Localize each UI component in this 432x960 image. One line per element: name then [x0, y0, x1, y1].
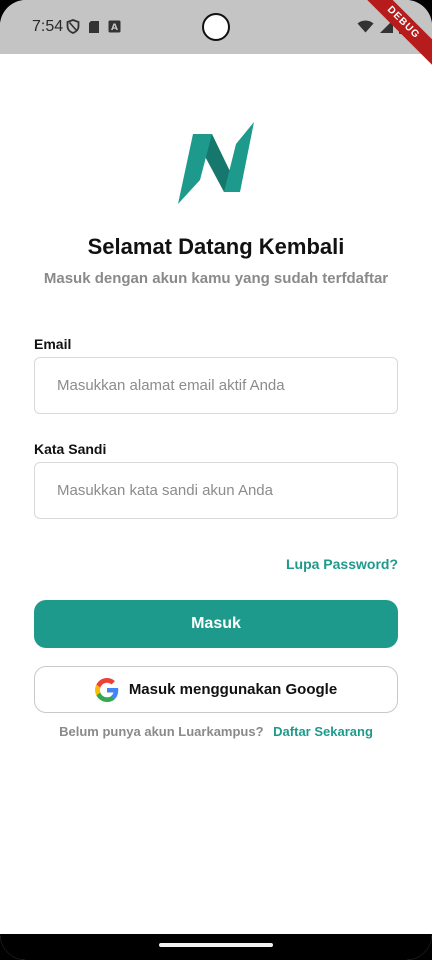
page-subtitle: Masuk dengan akun kamu yang sudah terfda… — [43, 270, 389, 287]
shield-icon — [66, 19, 80, 34]
forgot-password-link[interactable]: Lupa Password? — [286, 556, 398, 572]
register-link[interactable]: Daftar Sekarang — [273, 724, 373, 739]
home-gesture-handle[interactable] — [159, 943, 273, 947]
register-row: Belum punya akun Luarkampus? Daftar Seka… — [0, 724, 432, 739]
register-prompt: Belum punya akun Luarkampus? — [59, 724, 264, 739]
google-login-button[interactable]: Masuk menggunakan Google — [34, 666, 398, 713]
password-label: Kata Sandi — [34, 441, 107, 457]
password-field[interactable] — [34, 462, 398, 519]
status-bar: 7:54 A DEBUG — [0, 0, 432, 69]
page-title: Selamat Datang Kembali — [87, 234, 345, 259]
status-left-icons: A — [66, 19, 121, 34]
google-icon — [94, 677, 119, 702]
camera-cutout — [202, 13, 230, 41]
status-time: 7:54 — [32, 18, 64, 35]
font-box-icon: A — [108, 20, 121, 33]
login-button[interactable]: Masuk — [34, 600, 398, 648]
svg-text:A: A — [111, 23, 118, 33]
app-screen: 7:54 A DEBUG Selamat Datang Kembali Masu… — [0, 0, 432, 960]
navigation-bar — [0, 934, 432, 960]
wifi-icon — [357, 20, 374, 33]
email-label: Email — [34, 336, 72, 352]
google-login-label: Masuk menggunakan Google — [128, 681, 338, 698]
email-field[interactable] — [34, 357, 398, 414]
app-logo — [178, 122, 254, 204]
debug-banner: DEBUG — [357, 0, 432, 69]
sd-card-icon — [89, 20, 99, 33]
